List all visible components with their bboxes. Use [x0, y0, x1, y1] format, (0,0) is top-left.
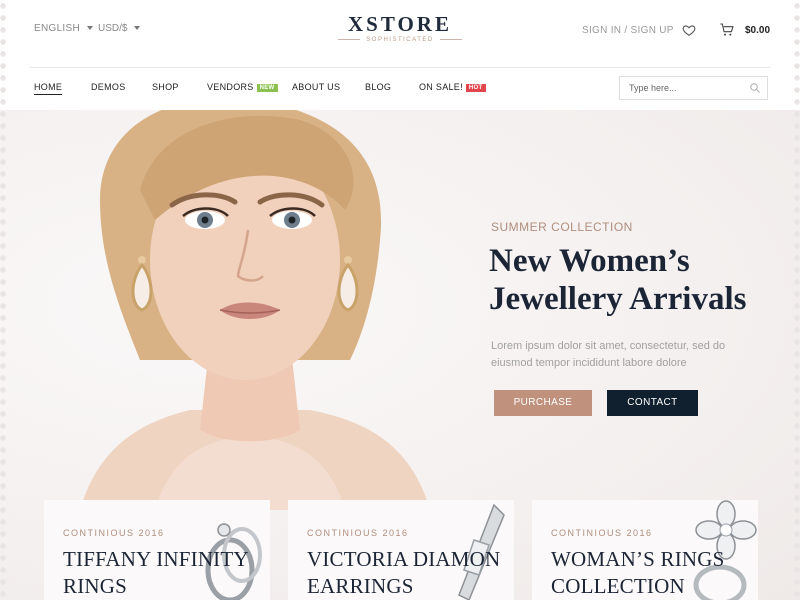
collection-card[interactable]: CONTINIOUS 2016 VICTORIA DIAMON EARRINGS — [288, 500, 514, 600]
logo-ornament-right — [440, 39, 462, 40]
hero-headline: New Women’s Jewellery Arrivals — [489, 242, 789, 318]
contact-button[interactable]: CONTACT — [607, 390, 698, 416]
card-title: WOMAN’S RINGS COLLECTION — [551, 546, 758, 600]
hero-headline-line: Jewellery Arrivals — [489, 281, 747, 317]
new-badge: NEW — [256, 84, 278, 92]
card-title: TIFFANY INFINITY RINGS — [63, 546, 270, 600]
left-decorative-edge — [0, 0, 6, 600]
card-title-line: WOMAN’S RINGS — [551, 547, 725, 571]
sign-in-link[interactable]: SIGN IN / SIGN UP — [582, 25, 674, 36]
hero-banner: SUMMER COLLECTION New Women’s Jewellery … — [0, 110, 800, 600]
nav-item-home[interactable]: HOME — [34, 82, 63, 95]
nav-item-on-sale[interactable]: ON SALE! HOT — [419, 82, 486, 92]
search-icon[interactable] — [749, 82, 761, 94]
nav-item-label: VENDORS — [207, 82, 254, 92]
card-title: VICTORIA DIAMON EARRINGS — [307, 546, 514, 600]
main-navigation: HOME DEMOS SHOP VENDORS NEW ABOUT US BLOG… — [0, 68, 800, 110]
hero-headline-line: New Women’s — [489, 243, 690, 279]
language-selector[interactable]: ENGLISH — [34, 23, 94, 34]
hero-description: Lorem ipsum dolor sit amet, consectetur,… — [491, 340, 726, 369]
collection-card[interactable]: CONTINIOUS 2016 TIFFANY INFINITY RINGS — [44, 500, 270, 600]
nav-item-demos[interactable]: DEMOS — [91, 82, 126, 92]
top-bar: ENGLISH USD/$ XSTORE SOPHISTICATED SIGN … — [0, 0, 800, 66]
wishlist-heart-icon[interactable] — [682, 23, 696, 37]
card-title-line: TIFFANY INFINITY — [63, 547, 249, 571]
cart-total[interactable]: $0.00 — [745, 25, 770, 36]
currency-label: USD/$ — [98, 23, 128, 34]
nav-item-blog[interactable]: BLOG — [365, 82, 391, 92]
card-subtitle: CONTINIOUS 2016 — [307, 528, 409, 538]
currency-selector[interactable]: USD/$ — [98, 23, 141, 34]
card-subtitle: CONTINIOUS 2016 — [63, 528, 165, 538]
nav-item-label: ON SALE! — [419, 82, 463, 92]
card-title-line: EARRINGS — [307, 574, 414, 598]
hero-kicker: SUMMER COLLECTION — [491, 220, 633, 234]
card-title-line: RINGS — [63, 574, 128, 598]
card-title-line: VICTORIA DIAMON — [307, 547, 501, 571]
chevron-down-icon — [134, 26, 141, 31]
logo-tagline: SOPHISTICATED — [366, 37, 434, 43]
shopping-cart-icon[interactable] — [719, 22, 735, 38]
card-title-line: COLLECTION — [551, 574, 685, 598]
logo-wordmark: XSTORE — [348, 12, 452, 36]
site-logo[interactable]: XSTORE SOPHISTICATED — [330, 12, 470, 52]
model-portrait-image — [80, 110, 430, 510]
logo-ornament-left — [338, 39, 360, 40]
chevron-down-icon — [87, 26, 94, 31]
nav-item-about-us[interactable]: ABOUT US — [292, 82, 340, 92]
language-label: ENGLISH — [34, 23, 81, 34]
nav-item-vendors[interactable]: VENDORS NEW — [207, 82, 278, 92]
purchase-button[interactable]: PURCHASE — [494, 390, 592, 416]
card-subtitle: CONTINIOUS 2016 — [551, 528, 653, 538]
collection-card[interactable]: CONTINIOUS 2016 WOMAN’S RINGS COLLECTION — [532, 500, 758, 600]
hot-badge: HOT — [465, 84, 486, 92]
right-decorative-edge — [794, 0, 800, 600]
search-box — [619, 76, 768, 100]
search-input[interactable] — [620, 77, 740, 99]
nav-item-shop[interactable]: SHOP — [152, 82, 179, 92]
